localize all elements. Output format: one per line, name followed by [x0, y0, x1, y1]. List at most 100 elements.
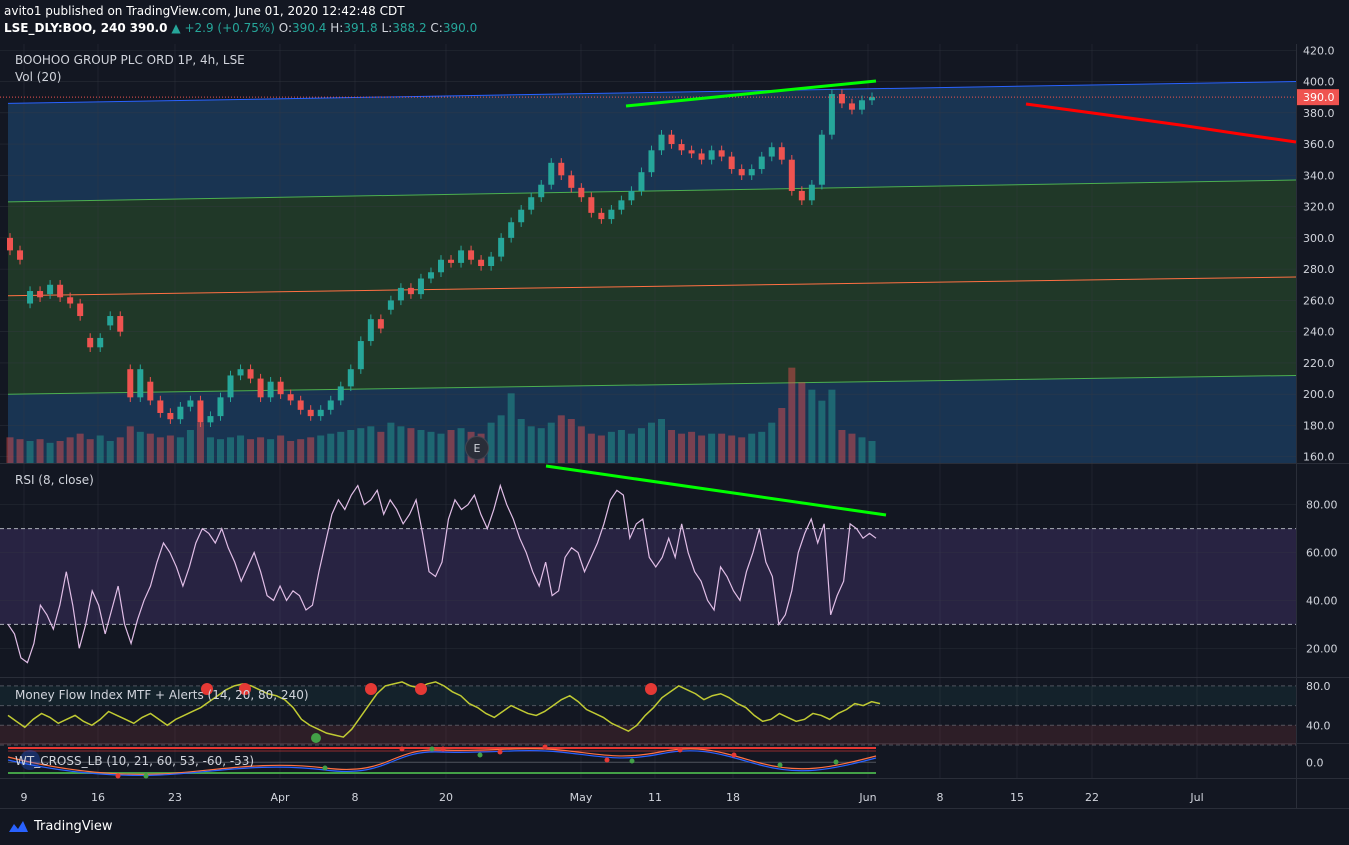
candle-body — [828, 94, 835, 135]
volume-bar — [126, 426, 134, 463]
earnings-badge[interactable]: E — [465, 436, 489, 460]
symbol-name[interactable]: LSE_DLY:BOO, 240 — [4, 21, 126, 35]
volume-bar — [457, 428, 465, 463]
mfi-alert-dot-red — [415, 683, 427, 695]
volume-bar — [377, 431, 385, 463]
volume-bar — [577, 426, 585, 463]
mfi-alert-dot-red — [365, 683, 377, 695]
volume-bar — [216, 439, 224, 463]
volume-bar — [46, 442, 54, 463]
candle-body — [347, 369, 354, 387]
open-label: O: — [278, 21, 293, 35]
volume-bar — [307, 437, 315, 463]
candle-body — [518, 209, 525, 223]
volume-bar — [237, 435, 245, 463]
candle-body — [237, 369, 244, 376]
wt-title[interactable]: WT_CROSS_LB (10, 21, 60, 53, -60, -53) — [15, 754, 254, 768]
volume-bar — [517, 419, 525, 463]
mfi-alert-dot-green — [311, 733, 321, 743]
price-tick-label: 220.0 — [1303, 357, 1335, 370]
wt-cross-dot — [497, 749, 503, 755]
volume-bar — [858, 437, 866, 463]
candle-body — [838, 94, 845, 104]
wt-cross-dot — [677, 747, 683, 753]
volume-bar — [597, 435, 605, 463]
volume-bar — [728, 435, 736, 463]
time-tick-label: 11 — [648, 791, 662, 804]
wt-cross-dot — [604, 757, 610, 763]
volume-bar — [678, 433, 686, 463]
mfi-tick-label: 40.0 — [1306, 719, 1331, 732]
wt-cross-dot — [629, 758, 635, 764]
candle-body — [297, 400, 304, 410]
time-tick-label: 22 — [1085, 791, 1099, 804]
volume-bar — [96, 435, 104, 463]
price-tick-label: 300.0 — [1303, 232, 1335, 245]
volume-bar — [106, 441, 114, 463]
wt-tick-label: 0.0 — [1306, 756, 1324, 769]
main-pane-title[interactable]: BOOHOO GROUP PLC ORD 1P, 4h, LSE — [15, 53, 245, 67]
candle-body — [488, 256, 495, 267]
volume-bar — [267, 439, 275, 463]
low-value: 388.2 — [392, 21, 427, 35]
volume-title[interactable]: Vol (20) — [15, 70, 61, 84]
candle-body — [207, 416, 214, 423]
candle-body — [167, 412, 174, 420]
wt-cross-dot — [115, 773, 121, 779]
candle-body — [818, 134, 825, 185]
price-tick-label: 260.0 — [1303, 294, 1335, 307]
volume-bar — [487, 422, 495, 463]
time-tick-label: 8 — [937, 791, 944, 804]
volume-bar — [36, 439, 44, 463]
candle-body — [748, 169, 755, 176]
candle-body — [57, 284, 64, 298]
price-tick-label: 180.0 — [1303, 419, 1335, 432]
volume-bar — [617, 430, 625, 463]
candle-body — [407, 287, 414, 295]
volume-bar — [868, 441, 876, 463]
candle-body — [377, 319, 384, 329]
volume-bar — [86, 439, 94, 463]
volume-bar — [808, 389, 816, 463]
rsi-trendline-green — [545, 464, 887, 517]
candle-body — [97, 337, 104, 348]
candle-body — [127, 369, 134, 398]
candle-body — [578, 187, 585, 198]
volume-bar — [397, 426, 405, 463]
mfi-title[interactable]: Money Flow Index MTF + Alerts (14, 20, 8… — [15, 688, 309, 702]
rsi-title[interactable]: RSI (8, close) — [15, 473, 94, 487]
time-tick-label: Jun — [858, 791, 876, 804]
volume-bar — [427, 431, 435, 463]
candle-body — [367, 319, 374, 342]
volume-bar — [357, 428, 365, 463]
wt-cross-dot — [731, 752, 737, 758]
candle-body — [768, 147, 775, 157]
volume-bar — [658, 419, 666, 463]
volume-bar — [607, 431, 615, 463]
price-tick-label: 320.0 — [1303, 201, 1335, 214]
volume-bar — [748, 433, 756, 463]
time-tick-label: 18 — [726, 791, 740, 804]
price-tick-label: 340.0 — [1303, 169, 1335, 182]
volume-bar — [287, 441, 295, 463]
volume-bar — [407, 428, 415, 463]
price-tick-label: 420.0 — [1303, 44, 1335, 57]
volume-bar — [227, 437, 235, 463]
volume-bar — [277, 435, 285, 463]
high-label: H: — [330, 21, 344, 35]
chart-canvas[interactable]: 420.0 400.0 380.0 360.0 340.0 320.0 300.0 280.0… — [0, 0, 1349, 845]
candle-body — [387, 300, 394, 310]
candle-body — [478, 259, 485, 267]
candle-body — [67, 297, 74, 304]
open-value: 390.4 — [292, 21, 327, 35]
mfi-alert-dot-red — [645, 683, 657, 695]
publish-info: avito1 published on TradingView.com, Jun… — [4, 4, 405, 18]
candle-body — [848, 103, 855, 110]
volume-bar — [447, 430, 455, 463]
volume-bar — [778, 408, 786, 463]
candle-body — [688, 150, 695, 154]
time-tick-label: Jul — [1189, 791, 1203, 804]
volume-bar — [798, 382, 806, 463]
volume-bar — [16, 439, 24, 463]
tradingview-logo[interactable]: TradingView — [6, 818, 113, 834]
